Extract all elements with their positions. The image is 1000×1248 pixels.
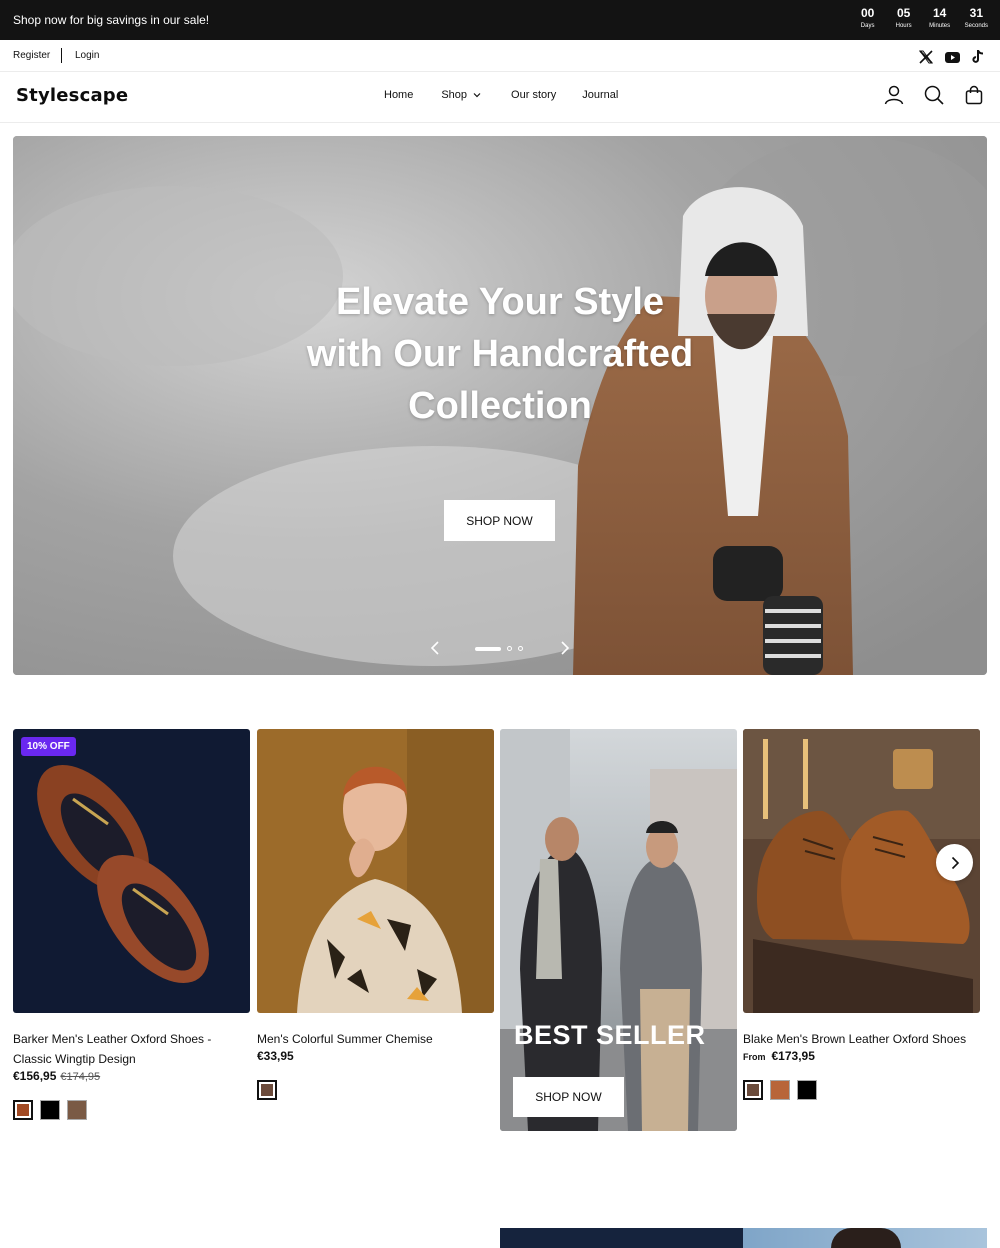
login-link[interactable]: Login: [75, 50, 99, 61]
search-icon[interactable]: [924, 85, 944, 110]
site-header: Stylescape Home Shop Our story Journal: [0, 72, 1000, 123]
color-swatches: [743, 1080, 817, 1100]
register-link[interactable]: Register: [13, 50, 50, 61]
sale-price: €33,95: [257, 1049, 294, 1063]
countdown-label: Minutes: [929, 23, 951, 29]
countdown-value: 05: [896, 6, 911, 20]
compare-price: €174,95: [60, 1071, 101, 1083]
hero-shop-now-button[interactable]: SHOP NOW: [444, 500, 555, 541]
hero-title: Elevate Your Style with Our Handcrafted …: [306, 281, 694, 427]
product-photo-chemise: [257, 729, 494, 1013]
utility-bar: Register Login: [0, 40, 1000, 72]
promo-photo: [500, 729, 737, 1131]
nav-journal[interactable]: Journal: [582, 89, 618, 101]
sale-price: €173,95: [771, 1049, 815, 1063]
product-image[interactable]: 10% OFF: [13, 729, 250, 1013]
social-links: [919, 50, 984, 64]
logo[interactable]: Stylescape: [16, 85, 128, 106]
x-icon[interactable]: [919, 50, 933, 64]
chevron-right-icon: [951, 856, 959, 869]
countdown-hours: 05 Hours: [893, 6, 915, 31]
nav-label: Shop: [441, 89, 468, 101]
product-title[interactable]: Barker Men's Leather Oxford Shoes - Clas…: [13, 1029, 250, 1069]
product-card[interactable]: Men's Colorful Summer Chemise €33,95: [257, 729, 494, 1100]
countdown-days: 00 Days: [857, 6, 879, 31]
announcement-bar: Shop now for big savings in our sale! 00…: [0, 0, 1000, 40]
product-title[interactable]: Blake Men's Brown Leather Oxford Shoes: [743, 1029, 980, 1049]
slide-dot[interactable]: [518, 646, 523, 651]
section-image: [500, 1228, 743, 1248]
color-swatch[interactable]: [743, 1080, 763, 1100]
color-swatch[interactable]: [257, 1080, 277, 1100]
chevron-down-icon: [473, 93, 481, 98]
divider: [61, 48, 62, 63]
product-title[interactable]: Men's Colorful Summer Chemise: [257, 1029, 494, 1049]
color-swatch[interactable]: [770, 1080, 790, 1100]
slide-prev-icon[interactable]: [429, 640, 441, 661]
color-swatch[interactable]: [67, 1100, 87, 1120]
slide-dot[interactable]: [507, 646, 512, 651]
section-image-detail: [831, 1228, 901, 1248]
slide-indicators: [475, 646, 523, 651]
countdown-value: 31: [969, 6, 983, 20]
color-swatch[interactable]: [13, 1100, 33, 1120]
countdown-seconds: 31 Seconds: [965, 6, 988, 31]
countdown-timer: 00 Days 05 Hours 14 Minutes 31 Seconds: [857, 6, 988, 31]
account-icon[interactable]: [884, 85, 904, 110]
countdown-label: Hours: [895, 23, 912, 29]
cart-icon[interactable]: [964, 85, 984, 110]
promo-title: BEST SELLER: [514, 1020, 706, 1050]
countdown-value: 14: [932, 6, 947, 20]
discount-badge: 10% OFF: [21, 737, 76, 756]
product-price: From €173,95: [743, 1049, 815, 1063]
color-swatch[interactable]: [797, 1080, 817, 1100]
product-price: €156,95 €174,95: [13, 1069, 100, 1083]
carousel-next-button[interactable]: [936, 844, 973, 881]
announcement-text: Shop now for big savings in our sale!: [13, 13, 210, 27]
product-price: €33,95: [257, 1049, 294, 1063]
nav-label: Our story: [511, 89, 557, 101]
color-swatch[interactable]: [40, 1100, 60, 1120]
hero-slideshow: Elevate Your Style with Our Handcrafted …: [13, 136, 987, 675]
color-swatches: [257, 1080, 277, 1100]
nav-our-story[interactable]: Our story: [511, 89, 556, 101]
countdown-label: Seconds: [964, 23, 988, 29]
slide-dot-active[interactable]: [475, 646, 501, 651]
main-nav: Home Shop Our story Journal: [384, 89, 618, 101]
countdown-minutes: 14 Minutes: [929, 6, 951, 31]
countdown-value: 00: [860, 6, 875, 20]
youtube-icon[interactable]: [945, 51, 960, 63]
nav-label: Journal: [582, 89, 619, 101]
nav-label: Home: [384, 89, 414, 101]
countdown-label: Days: [860, 23, 875, 29]
product-card[interactable]: 10% OFF Barker Men's Leather Oxford Shoe…: [13, 729, 250, 1120]
promo-shop-now-button[interactable]: SHOP NOW: [513, 1077, 624, 1117]
header-actions: [884, 85, 984, 110]
section-image: [743, 1228, 987, 1248]
best-seller-promo[interactable]: BEST SELLER SHOP NOW: [500, 729, 737, 1131]
slide-next-icon[interactable]: [559, 640, 571, 661]
color-swatches: [13, 1100, 87, 1120]
price-prefix: From: [743, 1052, 766, 1062]
sale-price: €156,95: [13, 1069, 57, 1083]
tiktok-icon[interactable]: [972, 50, 984, 64]
product-photo-loafers: [13, 729, 250, 1013]
product-image[interactable]: [257, 729, 494, 1013]
nav-shop[interactable]: Shop: [441, 89, 481, 101]
nav-home[interactable]: Home: [384, 89, 413, 101]
